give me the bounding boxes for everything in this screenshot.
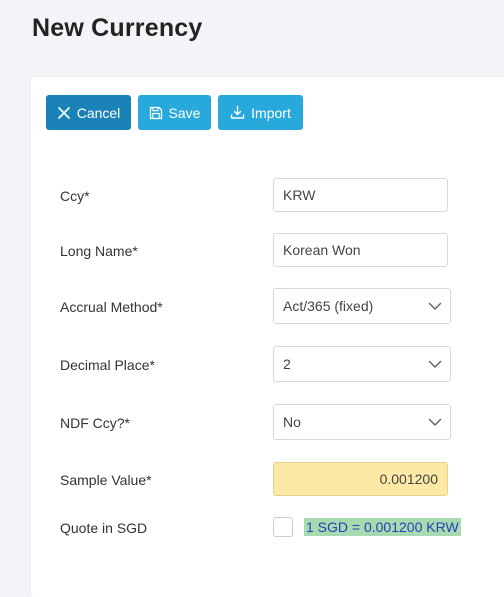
- save-icon: [149, 106, 163, 120]
- ccy-value: KRW: [283, 187, 316, 203]
- ccy-label: Ccy*: [60, 188, 90, 204]
- save-button-label: Save: [168, 104, 201, 121]
- sample-value-value: 0.001200: [379, 471, 438, 487]
- import-button-label: Import: [251, 104, 291, 121]
- ndf-ccy-select[interactable]: No: [273, 404, 451, 440]
- ndf-ccy-value: No: [283, 414, 301, 430]
- quote-in-sgd-label: Quote in SGD: [60, 520, 148, 536]
- long-name-label: Long Name*: [60, 243, 138, 259]
- download-icon: [230, 105, 245, 120]
- save-button[interactable]: Save: [138, 95, 211, 130]
- quote-in-sgd-text: 1 SGD = 0.001200 KRW: [304, 518, 461, 536]
- close-icon: [57, 106, 71, 120]
- cancel-button-label: Cancel: [76, 104, 121, 121]
- quote-in-sgd-checkbox[interactable]: [273, 517, 293, 537]
- decimal-place-value: 2: [283, 356, 291, 372]
- decimal-place-label: Decimal Place*: [60, 357, 155, 373]
- sample-value-field[interactable]: 0.001200: [273, 462, 448, 496]
- page-title: New Currency: [32, 14, 203, 42]
- ndf-ccy-label: NDF Ccy?*: [60, 415, 131, 431]
- form-card: Cancel Save Import Ccy* KRW Long Name* K…: [31, 77, 504, 597]
- accrual-method-select[interactable]: Act/365 (fixed): [273, 288, 451, 324]
- accrual-method-label: Accrual Method*: [60, 299, 163, 315]
- long-name-value: Korean Won: [283, 242, 361, 258]
- chevron-down-icon: [428, 360, 442, 369]
- ccy-field[interactable]: KRW: [273, 178, 448, 212]
- cancel-button[interactable]: Cancel: [46, 95, 131, 130]
- chevron-down-icon: [428, 302, 442, 311]
- chevron-down-icon: [428, 418, 442, 427]
- decimal-place-select[interactable]: 2: [273, 346, 451, 382]
- sample-value-label: Sample Value*: [60, 472, 152, 488]
- accrual-method-value: Act/365 (fixed): [283, 298, 374, 314]
- long-name-field[interactable]: Korean Won: [273, 233, 448, 267]
- import-button[interactable]: Import: [218, 95, 303, 130]
